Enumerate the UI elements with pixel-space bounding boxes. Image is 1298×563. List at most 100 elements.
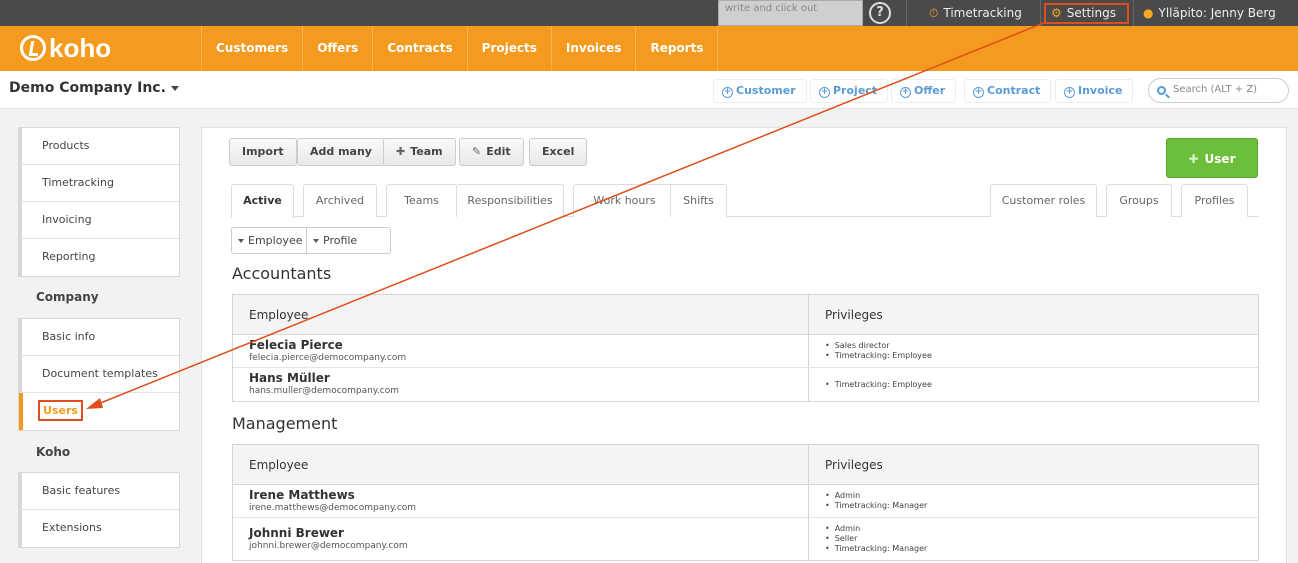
sidebar-item-timetracking[interactable]: Timetracking [19, 165, 179, 202]
nav-items: Customers Offers Contracts Projects Invoices… [201, 26, 719, 71]
company-selector[interactable]: Demo Company Inc. [9, 80, 179, 96]
sidebar-heading-company: Company [36, 290, 99, 304]
nav-invoices[interactable]: Invoices [550, 26, 636, 71]
sidebar-item-label: Reporting [42, 250, 96, 263]
quick-add-label: Customer [736, 84, 796, 97]
caret-down-icon [313, 238, 319, 243]
edit-label: Edit [486, 145, 511, 158]
sidebar-item-label: Timetracking [42, 176, 114, 189]
tab-archived[interactable]: Archived [303, 184, 377, 217]
koho-logo[interactable]: koho [20, 33, 111, 63]
import-button[interactable]: Import [229, 138, 297, 166]
top-bar: write and click out ? ⏱ Timetracking ⚙ Set… [0, 0, 1298, 26]
plus-icon: ✚ [396, 145, 406, 158]
users-table-accountants: Employee Privileges Felecia Pierce felecia.… [232, 294, 1259, 402]
note-field[interactable]: write and click out [718, 0, 863, 26]
nav-contracts[interactable]: Contracts [372, 26, 466, 71]
sidebar-item-basic-features[interactable]: Basic features [19, 473, 179, 510]
nav-customers[interactable]: Customers [201, 26, 302, 71]
section-title-accountants: Accountants [232, 264, 332, 283]
nav-reports[interactable]: Reports [635, 26, 719, 71]
table-row[interactable]: Hans Müllerhans.muller@democompany.com Ti… [233, 368, 1258, 401]
koho-logo-icon [20, 35, 46, 61]
employee-email: johnni.brewer@democompany.com [249, 540, 408, 551]
sidebar-item-reporting[interactable]: Reporting [19, 239, 179, 276]
search-input[interactable]: Search (ALT + Z) [1148, 78, 1289, 103]
employee-name[interactable]: Hans Müller [249, 372, 808, 385]
add-many-button[interactable]: Add many [297, 138, 385, 166]
plus-circle-icon: + [900, 87, 911, 98]
team-button[interactable]: ✚ Team [383, 138, 456, 166]
sidebar-item-invoicing[interactable]: Invoicing [19, 202, 179, 239]
column-header-privileges: Privileges [825, 307, 883, 322]
user-menu[interactable]: ● Ylläpito: Jenny Berg [1143, 0, 1276, 26]
employee-cell: Felecia Pierce felecia.pierce@democompany… [233, 335, 809, 367]
help-icon[interactable]: ? [869, 2, 891, 24]
employee-cell: Hans Müller hans.muller@democompany.com [233, 368, 809, 401]
add-user-button[interactable]: ✚ User [1166, 138, 1258, 178]
tab-responsibilities[interactable]: Responsibilities [456, 184, 564, 217]
nav-offers[interactable]: Offers [302, 26, 372, 71]
privilege-item: Admin [825, 524, 1258, 534]
sidebar-item-label: Products [42, 139, 90, 152]
edit-button[interactable]: ✎ Edit [459, 138, 524, 166]
tab-groups[interactable]: Groups [1106, 184, 1172, 217]
column-header-privileges: Privileges [825, 457, 883, 472]
user-label: Ylläpito: Jenny Berg [1158, 6, 1276, 20]
divider [1133, 0, 1134, 26]
profile-filter-label: Profile [323, 234, 358, 247]
tab-work-hours[interactable]: Work hours [573, 184, 676, 217]
sidebar-item-label: Extensions [42, 521, 102, 534]
sidebar-heading-koho: Koho [36, 445, 71, 459]
quick-add-label: Project [833, 84, 878, 97]
caret-down-icon [170, 85, 179, 91]
user-icon: ● [1143, 6, 1154, 20]
privilege-item: Timetracking: Manager [825, 544, 1258, 554]
plus-circle-icon: + [1064, 87, 1075, 98]
privilege-item: Timetracking: Employee [825, 380, 1258, 390]
employee-cell: Irene Matthews irene.matthews@democompany… [233, 485, 809, 517]
timetracking-link[interactable]: ⏱ Timetracking [929, 0, 1022, 26]
edit-icon: ✎ [472, 145, 482, 158]
search-placeholder: Search (ALT + Z) [1173, 84, 1258, 95]
sidebar-item-products[interactable]: Products [19, 128, 179, 165]
sidebar-group-koho: Basic features Extensions [18, 472, 180, 548]
sidebar-item-basic-info[interactable]: Basic info [19, 319, 179, 356]
privilege-item: Seller [825, 534, 1258, 544]
plus-icon: ✚ [1188, 152, 1199, 166]
table-row[interactable]: Irene Matthews irene.matthews@democompany… [233, 485, 1258, 518]
tab-profiles[interactable]: Profiles [1181, 184, 1248, 217]
nav-projects[interactable]: Projects [466, 26, 551, 71]
section-title-management: Management [232, 414, 338, 433]
sidebar-item-users[interactable]: Users [19, 393, 179, 430]
sidebar-item-document-templates[interactable]: Document templates [19, 356, 179, 393]
privileges-list: Sales directorTimetracking: Employee [825, 341, 1258, 361]
sub-header: Demo Company Inc. + Customer + Project + Offe… [0, 71, 1298, 109]
sidebar-item-extensions[interactable]: Extensions [19, 510, 179, 547]
excel-button[interactable]: Excel [529, 138, 588, 166]
employee-name[interactable]: Johnni Brewer [249, 526, 808, 540]
quick-add-customer-button[interactable]: + Customer [713, 79, 807, 103]
table-row[interactable]: Felecia Pierce felecia.pierce@democompany… [233, 335, 1258, 368]
sidebar-group-modules: Products Timetracking Invoicing Reporting [18, 127, 180, 277]
quick-add-offer-button[interactable]: + Offer [891, 79, 957, 103]
plus-circle-icon: + [973, 87, 984, 98]
tab-active[interactable]: Active [231, 184, 294, 218]
employee-name[interactable]: Felecia Pierce [249, 338, 808, 352]
filter-bar: Employee Profile [231, 227, 391, 254]
sidebar-item-label: Invoicing [42, 213, 92, 226]
employee-filter[interactable]: Employee [232, 228, 307, 253]
settings-highlight-box [1044, 3, 1129, 24]
quick-add-project-button[interactable]: + Project [810, 79, 889, 103]
privilege-item: Timetracking: Manager [825, 501, 1258, 511]
tab-teams[interactable]: Teams [386, 184, 457, 217]
quick-add-label: Offer [914, 84, 946, 97]
table-row[interactable]: Johnni Brewer johnni.brewer@democompany.c… [233, 518, 1258, 560]
tab-shifts[interactable]: Shifts [670, 184, 727, 217]
quick-add-contract-button[interactable]: + Contract [964, 79, 1052, 103]
employee-name[interactable]: Irene Matthews [249, 488, 808, 502]
privilege-item: Sales director [825, 341, 1258, 351]
profile-filter[interactable]: Profile [307, 228, 357, 253]
tab-customer-roles[interactable]: Customer roles [990, 184, 1097, 217]
quick-add-invoice-button[interactable]: + Invoice [1055, 79, 1134, 103]
